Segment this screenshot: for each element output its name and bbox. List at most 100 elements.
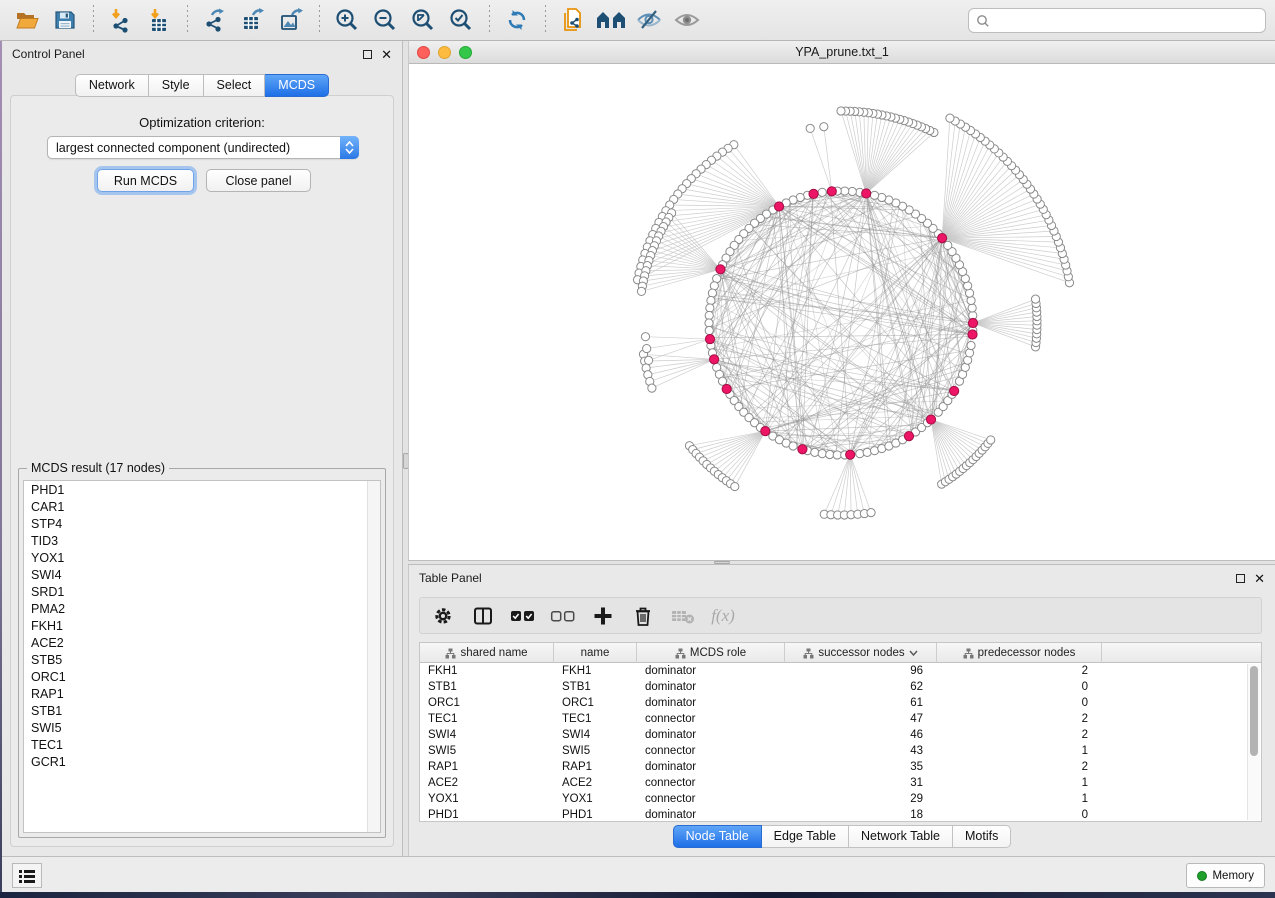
network-node[interactable] [837,107,845,115]
network-node[interactable] [761,427,770,436]
tab-style[interactable]: Style [149,74,204,97]
zoom-fit-button[interactable] [404,3,442,37]
table-vertical-scrollbar[interactable] [1247,664,1260,820]
float-panel-icon[interactable] [363,50,372,59]
network-canvas[interactable] [409,64,1275,560]
close-panel-icon[interactable]: ✕ [1254,574,1265,583]
network-node[interactable] [926,415,935,424]
delete-column-button[interactable] [628,601,658,631]
table-row[interactable]: STB1STB1dominator620 [420,679,1261,695]
network-node[interactable] [811,448,819,456]
network-node[interactable] [774,202,783,211]
refresh-layout-button[interactable] [498,3,536,37]
network-node[interactable] [904,432,913,441]
list-item[interactable]: STB5 [24,651,380,668]
tab-motifs[interactable]: Motifs [953,825,1011,848]
table-row[interactable]: FKH1FKH1dominator962 [420,663,1261,679]
list-item[interactable]: YOX1 [24,549,380,566]
network-node[interactable] [818,188,826,196]
network-node[interactable] [846,450,855,459]
table-row[interactable]: TEC1TEC1connector472 [420,711,1261,727]
table-row[interactable]: RAP1RAP1dominator352 [420,759,1261,775]
table-row[interactable]: PHD1PHD1dominator180 [420,807,1261,822]
network-node[interactable] [706,304,714,312]
list-item[interactable]: TID3 [24,532,380,549]
column-header-MCDS-role[interactable]: MCDS role [637,643,785,663]
network-node[interactable] [867,509,875,517]
scrollbar-thumb[interactable] [1250,666,1258,756]
network-node[interactable] [806,124,814,132]
import-network-button[interactable] [102,3,140,37]
add-column-button[interactable] [588,601,618,631]
run-mcds-button[interactable]: Run MCDS [97,169,194,192]
list-item[interactable]: RAP1 [24,685,380,702]
list-item[interactable]: PMA2 [24,600,380,617]
network-node[interactable] [968,318,977,327]
table-row[interactable]: SWI4SWI4dominator462 [420,727,1261,743]
network-node[interactable] [705,319,713,327]
network-node[interactable] [833,451,841,459]
network-node[interactable] [863,448,871,456]
list-item[interactable]: SWI4 [24,566,380,583]
network-node[interactable] [856,450,864,458]
network-node[interactable] [643,344,651,352]
network-node[interactable] [716,265,725,274]
list-item[interactable]: STP4 [24,515,380,532]
network-node[interactable] [987,436,995,444]
tab-network[interactable]: Network [75,74,149,97]
list-item[interactable]: SWI5 [24,719,380,736]
network-node[interactable] [862,189,871,198]
network-node[interactable] [946,114,954,122]
export-image-button[interactable] [272,3,310,37]
network-node[interactable] [731,482,739,490]
hide-selected-button[interactable] [630,3,668,37]
network-node[interactable] [1031,295,1039,303]
network-node[interactable] [705,311,713,319]
network-node[interactable] [968,330,977,339]
table-row[interactable]: YOX1YOX1connector291 [420,791,1261,807]
network-node[interactable] [789,442,797,450]
deselect-all-button[interactable] [548,601,578,631]
network-node[interactable] [965,349,973,357]
mcds-result-list[interactable]: PHD1CAR1STP4TID3YOX1SWI4SRD1PMA2FKH1ACE2… [23,480,381,833]
network-node[interactable] [950,386,959,395]
list-item[interactable]: FKH1 [24,617,380,634]
save-session-button[interactable] [46,3,84,37]
zoom-out-button[interactable] [366,3,404,37]
column-header-successor-nodes[interactable]: successor nodes [785,643,937,663]
import-table-button[interactable] [140,3,178,37]
export-network-button[interactable] [196,3,234,37]
network-node[interactable] [707,296,715,304]
list-item[interactable]: SRD1 [24,583,380,600]
tab-node-table[interactable]: Node Table [673,825,762,848]
task-history-button[interactable] [12,863,42,888]
network-node[interactable] [710,355,719,364]
first-neighbors-button[interactable] [592,3,630,37]
list-item[interactable]: STB1 [24,702,380,719]
close-panel-button[interactable]: Close panel [206,169,311,192]
network-node[interactable] [968,304,976,312]
network-node[interactable] [826,450,834,458]
clone-network-button[interactable] [554,3,592,37]
column-header-predecessor-nodes[interactable]: predecessor nodes [937,643,1102,663]
list-item[interactable]: GCR1 [24,753,380,770]
criterion-dropdown[interactable]: largest connected component (undirected) [47,136,359,159]
tab-network-table[interactable]: Network Table [849,825,953,848]
network-node[interactable] [645,356,653,364]
list-item[interactable]: ACE2 [24,634,380,651]
search-input[interactable] [991,11,1259,31]
network-node[interactable] [705,334,714,343]
list-item[interactable]: ORC1 [24,668,380,685]
tab-select[interactable]: Select [204,74,266,97]
tab-edge-table[interactable]: Edge Table [762,825,849,848]
list-item[interactable]: CAR1 [24,498,380,515]
network-node[interactable] [967,341,975,349]
show-columns-button[interactable] [468,601,498,631]
open-file-button[interactable] [8,3,46,37]
network-node[interactable] [870,191,878,199]
zoom-selected-button[interactable] [442,3,480,37]
show-all-button[interactable] [668,3,706,37]
network-node[interactable] [722,384,731,393]
column-header-name[interactable]: name [554,643,637,663]
table-settings-button[interactable] [428,601,458,631]
